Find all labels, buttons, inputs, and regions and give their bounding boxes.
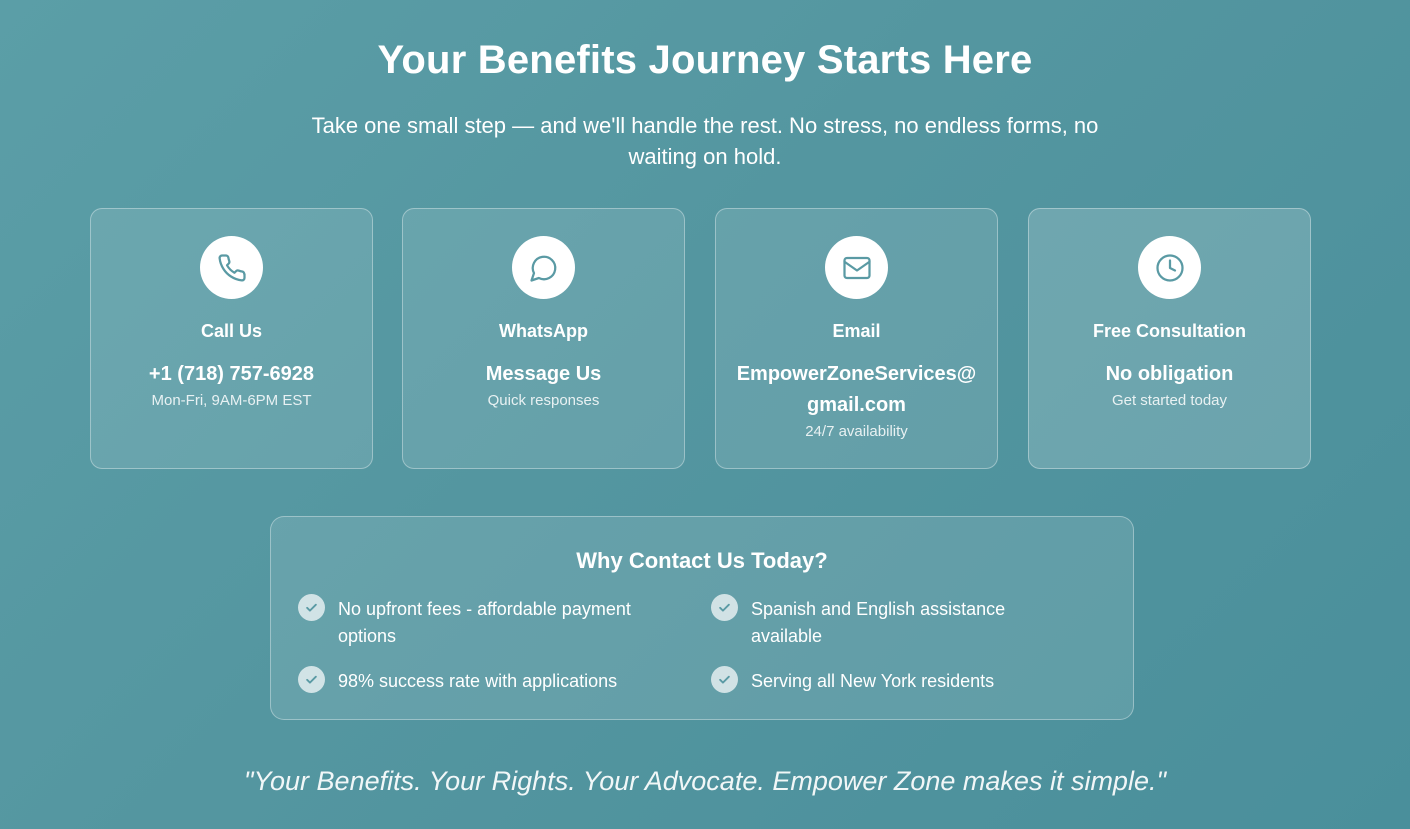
phone-number-link[interactable]: +1 (718) 757-6928: [109, 359, 354, 390]
whatsapp-message-link[interactable]: Message Us: [421, 359, 666, 390]
benefit-text: 98% success rate with applications: [338, 671, 618, 691]
card-note: 24/7 availability: [805, 423, 908, 440]
tagline-quote: "Your Benefits. Your Rights. Your Advoca…: [243, 766, 1167, 796]
check-icon: [711, 666, 738, 693]
page-title: Your Benefits Journey Starts Here: [377, 38, 1033, 82]
benefit-text: No upfront fees - affordable payment opt…: [338, 599, 631, 646]
benefit-text: Serving all New York residents: [751, 671, 995, 691]
consultation-value: No obligation: [1105, 363, 1234, 385]
card-note: Quick responses: [487, 392, 600, 409]
check-icon: [298, 594, 325, 621]
check-icon: [711, 594, 738, 621]
whatsapp-card[interactable]: WhatsApp Message Us Quick responses: [402, 208, 685, 469]
page-subtitle: Take one small step — and we'll handle t…: [311, 113, 1099, 169]
chat-bubble-icon: [512, 236, 575, 299]
why-contact-title: Why Contact Us Today?: [576, 548, 828, 573]
email-card[interactable]: Email EmpowerZoneServices@gmail.com 24/7…: [715, 208, 998, 469]
contact-cards: Call Us +1 (718) 757-6928 Mon-Fri, 9AM-6…: [90, 208, 1314, 471]
benefit-text: Spanish and English assistance available: [751, 599, 1006, 646]
mail-icon: [825, 236, 888, 299]
check-icon: [298, 666, 325, 693]
free-consultation-card[interactable]: Free Consultation No obligation Get star…: [1028, 208, 1311, 469]
phone-icon: [200, 236, 263, 299]
card-note: Mon-Fri, 9AM-6PM EST: [151, 392, 312, 409]
card-label: Call Us: [200, 321, 263, 341]
card-label: Free Consultation: [1092, 321, 1246, 341]
call-us-card[interactable]: Call Us +1 (718) 757-6928 Mon-Fri, 9AM-6…: [90, 208, 373, 469]
card-label: Email: [832, 321, 881, 341]
why-contact-panel: Why Contact Us Today? No upfront fees - …: [270, 516, 1134, 720]
clock-icon: [1138, 236, 1201, 299]
card-note: Get started today: [1111, 392, 1228, 409]
email-address-link[interactable]: EmpowerZoneServices@gmail.com: [734, 359, 979, 421]
contact-section: Your Benefits Journey Starts Here Take o…: [0, 0, 1410, 829]
card-label: WhatsApp: [499, 321, 588, 341]
